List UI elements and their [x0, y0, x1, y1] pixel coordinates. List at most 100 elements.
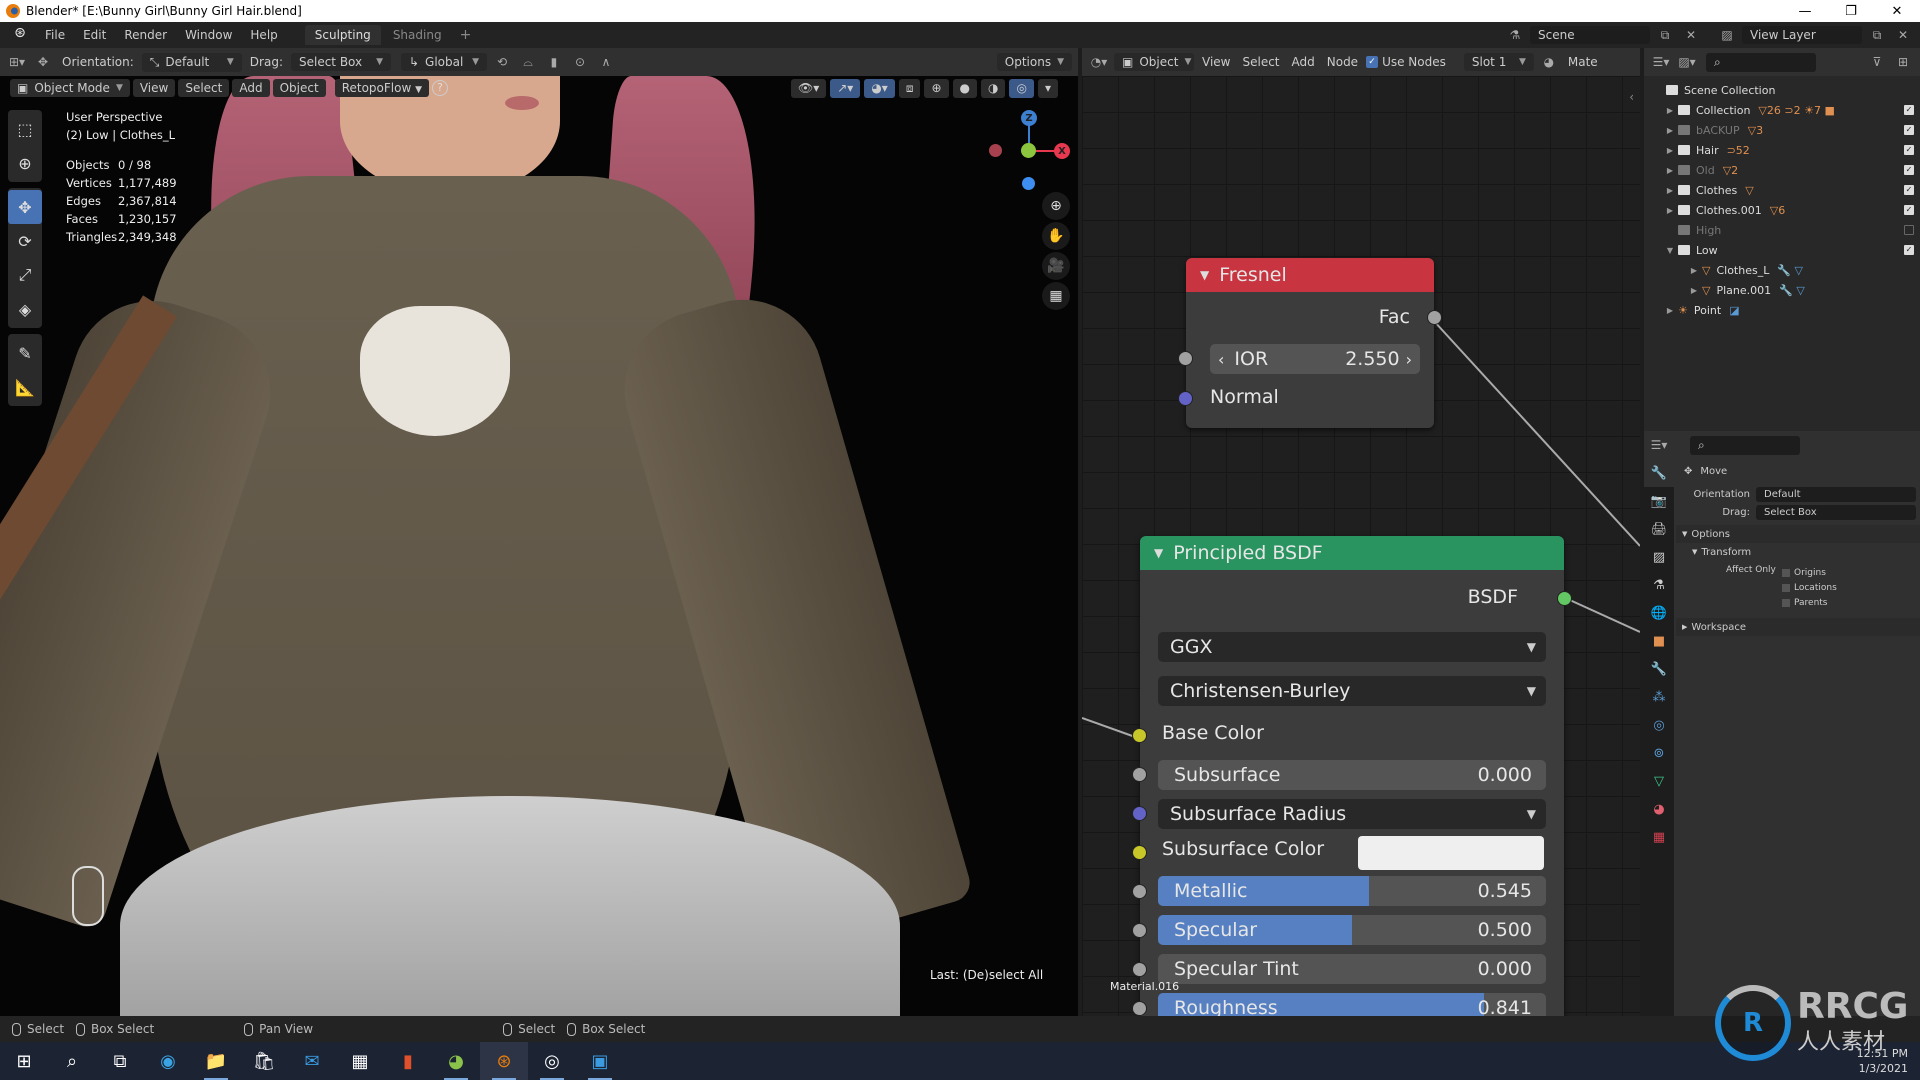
properties-type-icon[interactable]: ☰▾ — [1648, 435, 1670, 455]
subsurface-color-socket[interactable] — [1132, 845, 1147, 860]
outliner-row[interactable]: ▶▽Clothes_L🔧 ▽👁 — [1664, 260, 1920, 280]
delete-scene-icon[interactable]: ✕ — [1680, 25, 1702, 45]
outliner-item-badges[interactable]: ◪ — [1729, 304, 1739, 317]
scene-selector[interactable]: Scene — [1530, 26, 1650, 44]
exclude-checkbox[interactable]: ✓ — [1904, 125, 1914, 135]
node-menu-add[interactable]: Add — [1288, 55, 1319, 69]
checkbox-icon[interactable] — [1782, 583, 1790, 592]
node-editor-type-icon[interactable]: ◔▾ — [1088, 52, 1110, 72]
outliner-item-badges[interactable]: ⊃52 — [1727, 144, 1750, 157]
node-menu-node[interactable]: Node — [1323, 55, 1362, 69]
close-button[interactable]: ✕ — [1874, 4, 1920, 19]
subsurface-socket[interactable] — [1132, 767, 1147, 782]
options-dropdown[interactable]: Options ▼ — [996, 53, 1072, 71]
overlay-toggle-icon[interactable]: ◕▾ — [864, 78, 895, 98]
outliner-item-badges[interactable]: ▽3 — [1748, 124, 1763, 137]
specular-socket[interactable] — [1132, 923, 1147, 938]
outliner-type-icon[interactable]: ☰▾ — [1650, 52, 1672, 72]
outliner[interactable]: Scene Collection ▶ Collection ▽26 ⊃2 ☀7 ■ ✓… — [1644, 76, 1920, 431]
material-icon[interactable]: ◕ — [1538, 52, 1560, 72]
output-tab-icon[interactable]: 🖨 — [1644, 515, 1674, 543]
roughness-slider[interactable]: Roughness 0.841 — [1158, 993, 1546, 1016]
constraints-tab-icon[interactable]: ⊚ — [1644, 739, 1674, 767]
outliner-row[interactable]: ▶Old▽2✓◡ — [1664, 160, 1920, 180]
exclude-checkbox[interactable]: ✓ — [1904, 145, 1914, 155]
3d-viewport[interactable]: ▣ Object Mode ▼ View Select Add Object Ret… — [0, 76, 1078, 1016]
checkbox-checked-icon[interactable]: ✓ — [1366, 56, 1379, 68]
outliner-row[interactable]: ▶Clothes.001▽6✓👁 — [1664, 200, 1920, 220]
gizmo-toggle-icon[interactable]: ↗▾ — [830, 78, 861, 98]
app-green-icon[interactable]: ◕ — [432, 1042, 480, 1080]
base-color-socket[interactable] — [1132, 728, 1147, 743]
select-box-tool-icon[interactable]: ⬚ — [8, 112, 42, 146]
material-name-field[interactable]: Mate — [1564, 55, 1602, 69]
exclude-checkbox[interactable] — [1904, 225, 1914, 235]
exclude-checkbox[interactable]: ✓ — [1904, 205, 1914, 215]
outliner-row[interactable]: High◡ — [1664, 220, 1920, 240]
collapse-triangle-icon[interactable]: ▼ — [1200, 268, 1209, 282]
affect-parents-checkbox[interactable]: Parents — [1782, 595, 1837, 610]
edge-browser-icon[interactable]: ◉ — [144, 1042, 192, 1080]
add-workspace-button[interactable]: + — [452, 27, 480, 43]
specular-tint-socket[interactable] — [1132, 962, 1147, 977]
gizmo-neg-x[interactable] — [989, 144, 1002, 157]
workspace-panel-header[interactable]: ▶ Workspace — [1676, 618, 1920, 636]
outliner-item-badges[interactable]: ▽2 — [1723, 164, 1738, 177]
mail-icon[interactable]: ✉ — [288, 1042, 336, 1080]
outliner-item-badges[interactable]: 🔧 ▽ — [1779, 284, 1805, 297]
transform-orientation-dropdown[interactable]: ↳ Global ▼ — [400, 53, 487, 71]
bsdf-node-header[interactable]: ▼ Principled BSDF — [1140, 536, 1564, 570]
world-tab-icon[interactable]: 🌐 — [1644, 599, 1674, 627]
outliner-item-badges[interactable]: ▽6 — [1770, 204, 1785, 217]
subsurface-method-dropdown[interactable]: Christensen-Burley ▼ — [1158, 676, 1546, 706]
particles-tab-icon[interactable]: ⁂ — [1644, 683, 1674, 711]
outliner-item-badges[interactable]: 🔧 ▽ — [1777, 264, 1803, 277]
menu-file[interactable]: File — [36, 28, 74, 42]
slot-dropdown[interactable]: Slot 1 ▼ — [1463, 53, 1534, 71]
file-explorer-icon[interactable]: 📁 — [192, 1042, 240, 1080]
pivot-point-icon[interactable]: ⟲ — [491, 52, 513, 72]
object-tab-icon[interactable]: ■ — [1644, 627, 1674, 655]
editor-type-icon[interactable]: ⊞▾ — [6, 52, 28, 72]
new-view-layer-icon[interactable]: ⧉ — [1866, 25, 1888, 45]
shader-node-editor[interactable]: ▼ Fresnel Fac ‹ IOR 2.550 › Normal ▼ Pri… — [1082, 76, 1640, 1016]
scene-tab-icon[interactable]: ⚗ — [1644, 571, 1674, 599]
render-tab-icon[interactable]: 📷 — [1644, 487, 1674, 515]
physics-tab-icon[interactable]: ◎ — [1644, 711, 1674, 739]
store-icon[interactable]: 🛍 — [240, 1042, 288, 1080]
node-menu-view[interactable]: View — [1198, 55, 1234, 69]
shading-wireframe-icon[interactable]: ⊕ — [924, 78, 949, 98]
specular-tint-slider[interactable]: Specular Tint 0.000 — [1158, 954, 1546, 984]
properties-search-input[interactable]: ⌕ — [1690, 435, 1800, 455]
outliner-search-input[interactable]: ⌕ — [1706, 52, 1816, 72]
measure-tool-icon[interactable]: 📐 — [8, 370, 42, 404]
drag-dropdown[interactable]: Select Box ▼ — [290, 53, 391, 71]
bsdf-output-socket[interactable] — [1557, 591, 1572, 606]
view-layer-icon[interactable]: ▨ — [1716, 25, 1738, 45]
roughness-socket[interactable] — [1132, 1001, 1147, 1016]
expand-arrow-icon[interactable]: ▶ — [1664, 306, 1676, 315]
expand-arrow-icon[interactable]: ▶ — [1664, 126, 1676, 135]
proportional-edit-icon[interactable]: ⊙ — [569, 52, 591, 72]
affect-locations-checkbox[interactable]: Locations — [1782, 580, 1837, 595]
zoom-view-icon[interactable]: ⊕ — [1042, 192, 1070, 220]
checkbox-icon[interactable] — [1782, 598, 1790, 607]
scale-tool-icon[interactable]: ⤢ — [8, 258, 42, 292]
expand-arrow-icon[interactable]: ▶ — [1664, 186, 1676, 195]
transform-subpanel-header[interactable]: ▼ Transform — [1676, 543, 1920, 561]
ior-input-socket[interactable] — [1178, 351, 1193, 366]
viewport-menu-add[interactable]: Add — [232, 79, 270, 97]
checkbox-icon[interactable] — [1782, 568, 1790, 577]
principled-bsdf-node[interactable]: ▼ Principled BSDF BSDF GGX ▼ Christensen-… — [1132, 536, 1572, 1016]
view-layer-selector[interactable]: View Layer — [1742, 26, 1862, 44]
last-operator-panel[interactable]: Last: (De)select All — [930, 968, 1043, 982]
outliner-row[interactable]: ▶Clothes▽✓👁 — [1664, 180, 1920, 200]
subsurface-radius-socket[interactable] — [1132, 806, 1147, 821]
expand-arrow-icon[interactable]: ▶ — [1688, 266, 1700, 275]
use-nodes-toggle[interactable]: ✓ Use Nodes — [1366, 55, 1446, 69]
sidebar-toggle-icon[interactable]: ‹ — [1629, 90, 1634, 104]
visibility-selectability-icon[interactable]: 👁▾ — [790, 78, 827, 98]
search-icon[interactable]: ⌕ — [48, 1042, 96, 1080]
expand-arrow-icon[interactable]: ▶ — [1664, 106, 1676, 115]
display-mode-icon[interactable]: ▨▾ — [1676, 52, 1698, 72]
